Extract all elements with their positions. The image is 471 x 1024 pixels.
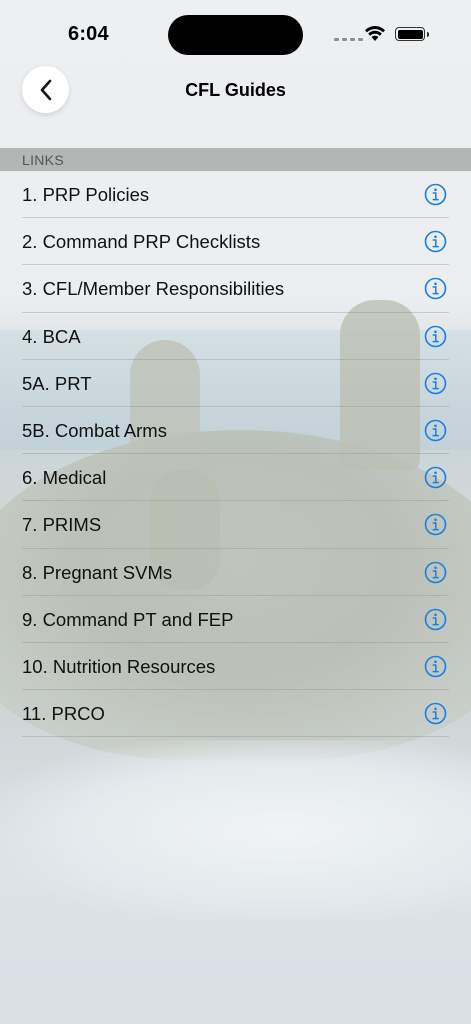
list-item-label: 5B. Combat Arms bbox=[22, 419, 167, 441]
list-item-label: 10. Nutrition Resources bbox=[22, 655, 216, 677]
list-item-label: 11. PRCO bbox=[22, 703, 105, 725]
list-item[interactable]: 11. PRCO bbox=[22, 690, 449, 738]
list-item-label: 9. Command PT and FEP bbox=[22, 608, 234, 630]
list-item-label: 4. BCA bbox=[22, 325, 81, 347]
list-item[interactable]: 3. CFL/Member Responsibilities bbox=[22, 265, 449, 313]
list-item[interactable]: 8. Pregnant SVMs bbox=[22, 549, 449, 596]
list-item[interactable]: 5A. PRT bbox=[22, 360, 449, 407]
links-list: 1. PRP Policies 2. Command PRP Checklists… bbox=[0, 171, 471, 738]
info-icon[interactable] bbox=[424, 419, 447, 442]
info-icon[interactable] bbox=[424, 325, 447, 348]
navigation-bar: CFL Guides bbox=[0, 66, 471, 116]
list-item[interactable]: 2. Command PRP Checklists bbox=[22, 218, 449, 266]
info-icon[interactable] bbox=[424, 277, 447, 300]
info-icon[interactable] bbox=[424, 466, 447, 489]
list-item[interactable]: 1. PRP Policies bbox=[22, 171, 449, 219]
info-icon[interactable] bbox=[424, 561, 447, 584]
list-item-label: 8. Pregnant SVMs bbox=[22, 561, 173, 583]
list-item-label: 1. PRP Policies bbox=[22, 184, 150, 205]
list-item[interactable]: 5B. Combat Arms bbox=[22, 407, 449, 455]
page-title: CFL Guides bbox=[185, 80, 286, 100]
list-item[interactable]: 4. BCA bbox=[22, 313, 449, 360]
list-item-label: 5A. PRT bbox=[22, 372, 92, 394]
info-icon[interactable] bbox=[424, 655, 447, 678]
status-bar: 6:04 bbox=[0, 0, 471, 60]
dynamic-island bbox=[168, 15, 303, 55]
section-header-links: LINKS bbox=[0, 148, 471, 171]
info-icon[interactable] bbox=[424, 513, 447, 536]
info-icon[interactable] bbox=[424, 372, 447, 395]
list-item-label: 6. Medical bbox=[22, 467, 107, 489]
list-item[interactable]: 10. Nutrition Resources bbox=[22, 643, 449, 691]
list-item-label: 3. CFL/Member Responsibilities bbox=[22, 278, 285, 300]
list-item[interactable]: 7. PRIMS bbox=[22, 501, 449, 549]
list-item[interactable]: 6. Medical bbox=[22, 454, 449, 502]
info-icon[interactable] bbox=[424, 608, 447, 631]
battery-icon bbox=[395, 27, 429, 41]
info-icon[interactable] bbox=[424, 230, 447, 253]
info-icon[interactable] bbox=[424, 183, 447, 206]
list-item-label: 2. Command PRP Checklists bbox=[22, 231, 261, 253]
list-item-label: 7. PRIMS bbox=[22, 514, 102, 536]
info-icon[interactable] bbox=[424, 702, 447, 725]
list-item[interactable]: 9. Command PT and FEP bbox=[22, 596, 449, 643]
cellular-signal-icon bbox=[334, 38, 363, 41]
status-time: 6:04 bbox=[68, 23, 109, 45]
wifi-icon bbox=[365, 25, 385, 41]
